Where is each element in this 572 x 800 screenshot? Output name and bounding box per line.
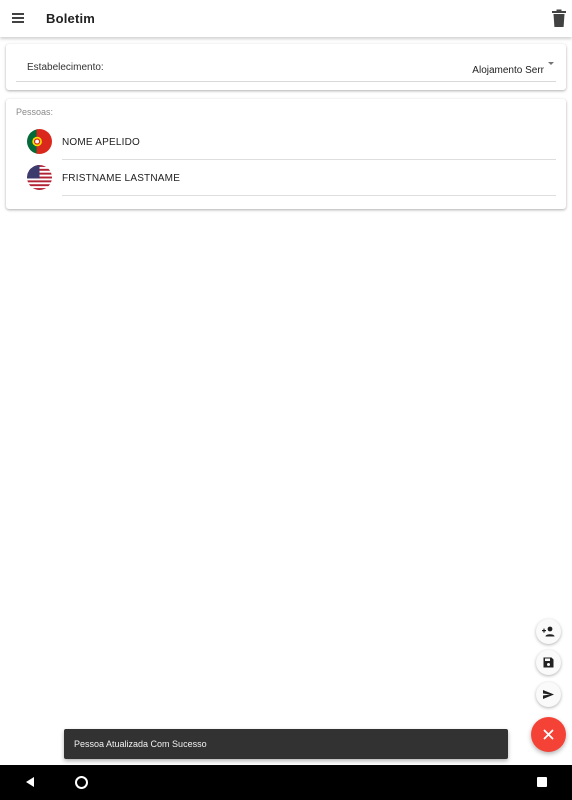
send-button[interactable] <box>536 682 561 707</box>
add-person-button[interactable] <box>536 619 561 644</box>
system-navigation-bar <box>0 765 572 800</box>
save-button[interactable] <box>536 650 561 675</box>
chevron-down-icon <box>548 62 554 65</box>
divider <box>62 195 556 196</box>
trash-icon[interactable] <box>551 9 567 28</box>
home-icon[interactable] <box>75 776 88 789</box>
send-icon <box>543 690 554 699</box>
list-item[interactable]: NOME APELIDO <box>6 124 566 160</box>
establishment-select[interactable]: Alojamento Serr <box>472 60 554 76</box>
page-title: Boletim <box>46 11 96 26</box>
establishment-card: Estabelecimento: Alojamento Serr <box>6 44 566 90</box>
person-name: NOME APELIDO <box>62 137 140 148</box>
menu-icon[interactable] <box>9 9 27 27</box>
snackbar-message: Pessoa Atualizada Com Sucesso <box>74 739 207 749</box>
close-icon <box>543 729 554 740</box>
person-name: FRISTNAME LASTNAME <box>62 173 181 184</box>
establishment-row: Estabelecimento: Alojamento Serr <box>16 50 556 82</box>
list-item[interactable]: FRISTNAME LASTNAME <box>6 160 566 196</box>
close-fab-button[interactable] <box>531 717 566 752</box>
add-person-icon <box>542 626 555 637</box>
establishment-label: Estabelecimento: <box>27 62 104 73</box>
recents-icon[interactable] <box>537 777 547 787</box>
app-toolbar: Boletim <box>0 0 572 37</box>
back-icon[interactable] <box>24 776 36 788</box>
usa-flag-icon <box>27 165 52 190</box>
save-icon <box>543 657 554 668</box>
portugal-flag-icon <box>27 129 52 154</box>
establishment-value: Alojamento Serr <box>472 65 544 76</box>
snackbar: Pessoa Atualizada Com Sucesso <box>64 729 508 759</box>
people-card: Pessoas: NOME APELIDO FRISTNAME LASTNAME <box>6 99 566 209</box>
people-label: Pessoas: <box>16 107 54 117</box>
